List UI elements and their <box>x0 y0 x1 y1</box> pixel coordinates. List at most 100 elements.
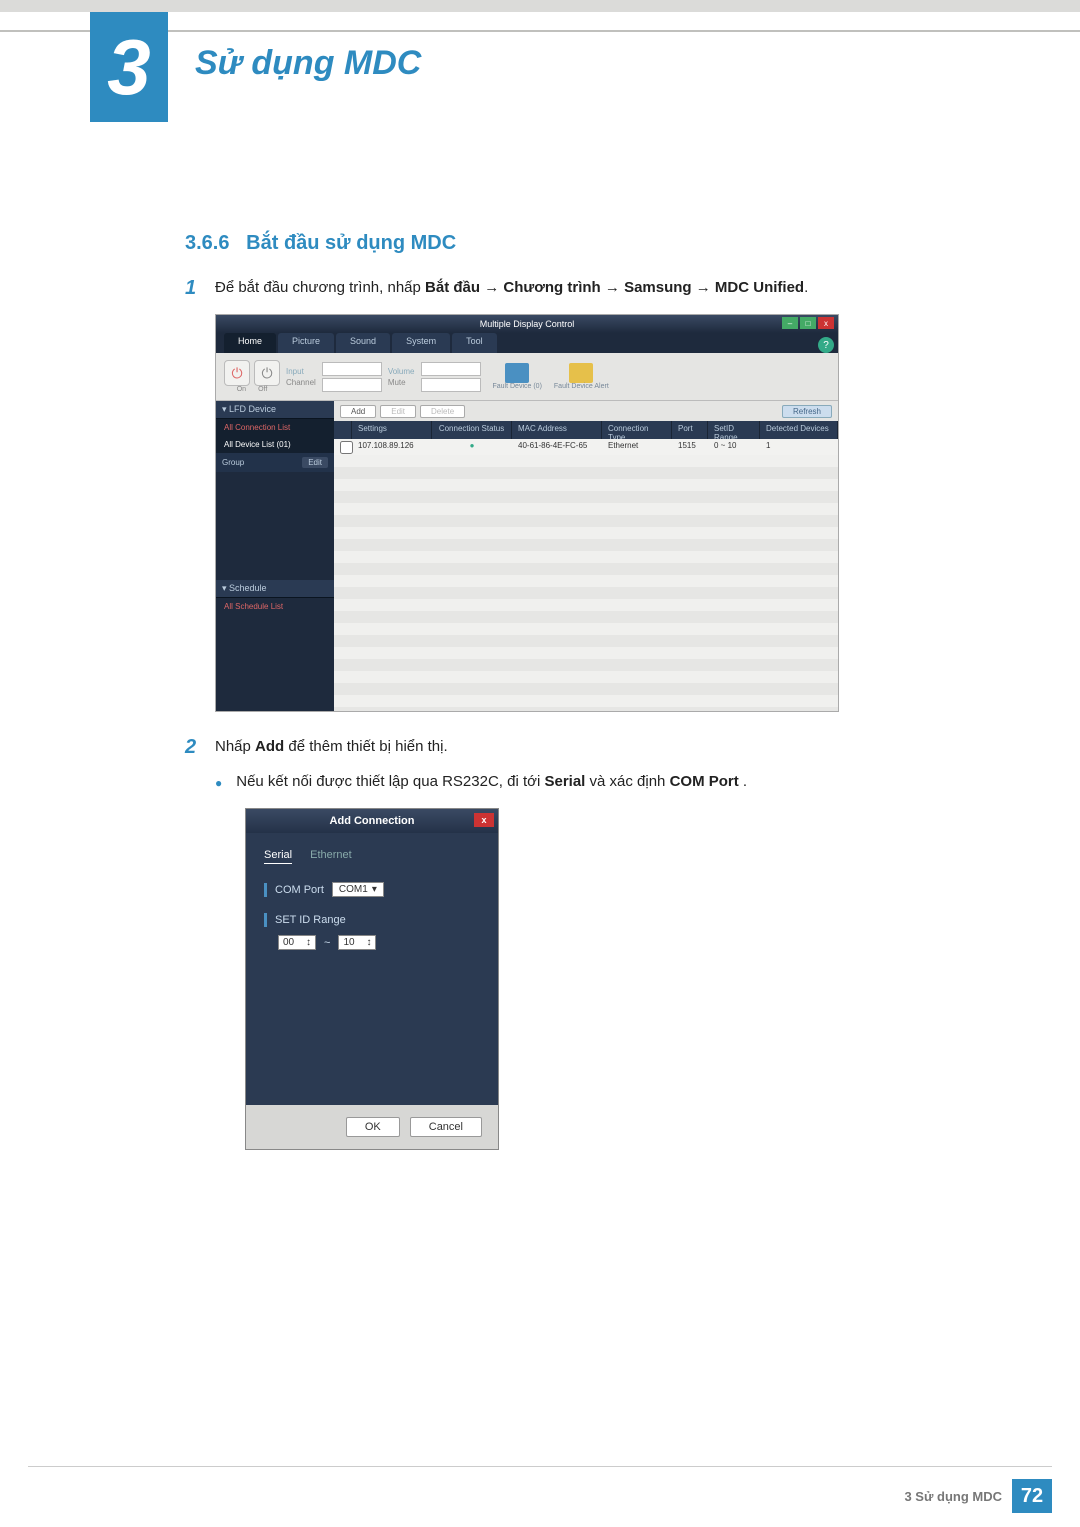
ok-button[interactable]: OK <box>346 1117 400 1137</box>
on-label: On <box>237 386 246 393</box>
fault-alert-icon[interactable] <box>569 363 593 383</box>
th-port[interactable]: Port <box>672 421 708 439</box>
range-from-stepper[interactable]: 00 ↕ <box>278 935 316 950</box>
sidebar-schedule[interactable]: ▾ Schedule <box>216 580 334 598</box>
mdc-main-screenshot: Multiple Display Control – □ x ? Home Pi… <box>215 314 839 712</box>
add-button[interactable]: Add <box>340 405 376 418</box>
sidebar-all-device-list[interactable]: All Device List (01) <box>216 436 334 453</box>
group-edit-button[interactable]: Edit <box>302 457 328 468</box>
spinner-icon: ↕ <box>306 937 311 948</box>
delete-button[interactable]: Delete <box>420 405 465 418</box>
section-title-text: Bắt đầu sử dụng MDC <box>246 232 456 254</box>
tab-picture[interactable]: Picture <box>278 333 334 353</box>
range-to-value: 10 <box>343 937 354 948</box>
group-label: Group <box>222 458 244 467</box>
help-icon[interactable]: ? <box>818 337 834 353</box>
text: Nhấp <box>215 738 255 755</box>
cell-mac: 40-61-86-4E-FC-65 <box>512 439 602 455</box>
fault-device-icon[interactable] <box>505 363 529 383</box>
bold: Chương trình <box>503 279 600 296</box>
step-1-number: 1 <box>185 277 215 300</box>
text: để thêm thiết bị hiển thị. <box>288 738 447 755</box>
th-setid-range[interactable]: SetID Range <box>708 421 760 439</box>
main-tabs: Home Picture Sound System Tool <box>216 333 838 353</box>
text: Nếu kết nối được thiết lập qua RS232C, đ… <box>236 773 544 790</box>
footer-rule <box>28 1466 1052 1467</box>
text: → <box>480 279 503 296</box>
chevron-down-icon: ▾ <box>372 884 377 895</box>
th-type[interactable]: Connection Type <box>602 421 672 439</box>
bold: Serial <box>544 773 585 790</box>
range-from-value: 00 <box>283 937 294 948</box>
cell-range: 0 ~ 10 <box>708 439 760 455</box>
text: . <box>804 279 808 296</box>
close-button[interactable]: x <box>818 317 834 329</box>
bold: COM Port <box>670 773 739 790</box>
maximize-button[interactable]: □ <box>800 317 816 329</box>
text: → <box>601 279 624 296</box>
channel-label: Channel <box>286 378 316 387</box>
cell-port: 1515 <box>672 439 708 455</box>
tab-ethernet[interactable]: Ethernet <box>310 849 352 864</box>
dialog-title: Add Connection <box>330 815 415 827</box>
mute-label: Mute <box>388 378 415 387</box>
th-mac[interactable]: MAC Address <box>512 421 602 439</box>
tab-serial[interactable]: Serial <box>264 849 292 864</box>
tab-system[interactable]: System <box>392 333 450 353</box>
off-label: Off <box>258 386 267 393</box>
cell-status: ● <box>432 439 512 455</box>
section-number: 3.6.6 <box>185 232 229 254</box>
th-connection-status[interactable]: Connection Status <box>432 421 512 439</box>
cell-ip: 107.108.89.126 <box>352 439 432 455</box>
th-settings[interactable]: Settings <box>352 421 432 439</box>
input-label: Input <box>286 367 316 376</box>
step-1-text: Để bắt đầu chương trình, nhấp Bắt đầu → … <box>215 277 808 300</box>
mute-toggle[interactable] <box>421 378 481 392</box>
table-row[interactable]: 107.108.89.126 ● 40-61-86-4E-FC-65 Ether… <box>334 439 838 455</box>
add-connection-dialog: Add Connection x Serial Ethernet COM Por… <box>245 808 499 1150</box>
minimize-button[interactable]: – <box>782 317 798 329</box>
sidebar-lfd-device[interactable]: ▾ LFD Device <box>216 401 334 419</box>
chapter-badge: 3 <box>90 12 168 122</box>
section-heading: 3.6.6 Bắt đầu sử dụng MDC <box>185 232 990 255</box>
step-2: 2 Nhấp Add để thêm thiết bị hiển thị. <box>185 736 990 759</box>
bullet-icon: ● <box>215 776 222 790</box>
comport-label: COM Port <box>275 884 324 896</box>
channel-select[interactable] <box>322 378 382 392</box>
dialog-close-button[interactable]: x <box>474 813 494 827</box>
edit-button[interactable]: Edit <box>380 405 416 418</box>
comport-value: COM1 <box>339 884 368 895</box>
sidebar: ▾ LFD Device All Connection List All Dev… <box>216 401 334 711</box>
comport-select[interactable]: COM1 ▾ <box>332 882 384 897</box>
power-off-button[interactable]: ⏻ <box>254 360 280 386</box>
footer-chapter: 3 Sử dụng MDC <box>904 1489 1002 1504</box>
dialog-titlebar: Add Connection x <box>246 809 498 833</box>
range-to-stepper[interactable]: 10 ↕ <box>338 935 376 950</box>
fault-alert-label: Fault Device Alert <box>554 383 609 390</box>
cancel-button[interactable]: Cancel <box>410 1117 482 1137</box>
bullet-text: Nếu kết nối được thiết lập qua RS232C, đ… <box>236 773 747 790</box>
text: → <box>692 279 715 296</box>
bold: Samsung <box>624 279 692 296</box>
tab-sound[interactable]: Sound <box>336 333 390 353</box>
th-detected[interactable]: Detected Devices <box>760 421 838 439</box>
dialog-footer: OK Cancel <box>246 1105 498 1149</box>
text: Để bắt đầu chương trình, nhấp <box>215 279 425 296</box>
input-select[interactable] <box>322 362 382 376</box>
step-1: 1 Để bắt đầu chương trình, nhấp Bắt đầu … <box>185 277 990 300</box>
bold: MDC Unified <box>715 279 804 296</box>
chapter-title: Sử dụng MDC <box>195 44 421 83</box>
sidebar-all-schedule[interactable]: All Schedule List <box>216 598 334 615</box>
power-on-button[interactable]: ⏻ <box>224 360 250 386</box>
refresh-button[interactable]: Refresh <box>782 405 832 418</box>
volume-input[interactable] <box>421 362 481 376</box>
page-number: 72 <box>1012 1479 1052 1513</box>
step-2-text: Nhấp Add để thêm thiết bị hiển thị. <box>215 736 448 759</box>
sidebar-all-connection[interactable]: All Connection List <box>216 419 334 436</box>
tab-tool[interactable]: Tool <box>452 333 497 353</box>
text: và xác định <box>590 773 670 790</box>
sidebar-group-row: Group Edit <box>216 453 334 472</box>
app-title: Multiple Display Control <box>480 319 575 329</box>
tab-home[interactable]: Home <box>224 333 276 353</box>
top-rule <box>0 0 1080 12</box>
